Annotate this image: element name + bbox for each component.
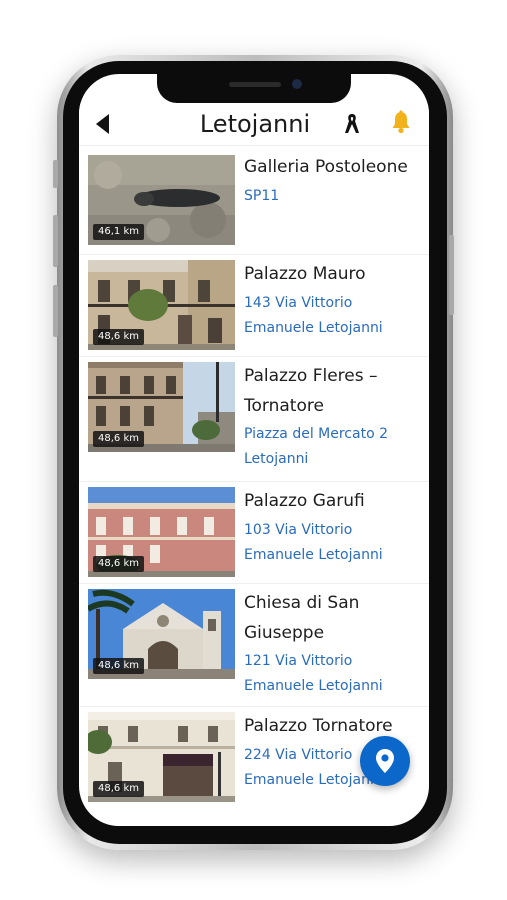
address-line[interactable]: 143 Via Vittorio — [244, 291, 422, 316]
place-name-line: Palazzo Mauro — [244, 264, 366, 284]
map-pin-icon — [376, 749, 394, 773]
page-title: Letojanni — [199, 110, 311, 138]
place-address[interactable]: Piazza del Mercato 2 Letojanni — [244, 422, 422, 472]
address-line[interactable]: Emanuele Letojanni — [244, 316, 422, 341]
distance-badge: 46,1 km — [93, 224, 144, 240]
place-address[interactable]: 143 Via Vittorio Emanuele Letojanni — [244, 291, 422, 341]
volume-down-button — [53, 285, 58, 337]
place-name: Galleria Postoleone — [244, 152, 422, 182]
place-name-line: Galleria Postoleone — [244, 157, 408, 177]
place-name-line: Chiesa di San — [244, 593, 360, 613]
distance-badge: 48,6 km — [93, 658, 144, 674]
place-address[interactable]: SP11 — [244, 184, 422, 209]
place-address[interactable]: 103 Via Vittorio Emanuele Letojanni — [244, 518, 422, 568]
place-thumbnail: 48,6 km — [88, 362, 235, 452]
list-item[interactable]: 48,6 km Palazzo Fleres – Tornatore Piazz… — [79, 356, 429, 482]
place-name: Palazzo Mauro — [244, 259, 422, 289]
address-line[interactable]: 103 Via Vittorio — [244, 518, 422, 543]
notch — [157, 74, 351, 103]
place-name-line: Giuseppe — [244, 623, 325, 643]
place-name: Palazzo Tornatore — [244, 711, 422, 741]
address-line[interactable]: 121 Via Vittorio — [244, 649, 422, 674]
front-camera — [292, 79, 302, 89]
list-item[interactable]: 48,6 km Palazzo Garufi 103 Via Vittorio … — [79, 481, 429, 584]
place-thumbnail: 48,6 km — [88, 589, 235, 679]
app-screen: Letojanni 46,1 km Galleria Postoleone SP… — [79, 74, 429, 826]
mourning-ribbon-icon[interactable] — [344, 111, 360, 135]
address-line[interactable]: SP11 — [244, 184, 422, 209]
app-header: Letojanni — [79, 103, 429, 146]
place-name-line: Tornatore — [244, 396, 324, 416]
volume-up-button — [53, 215, 58, 267]
place-name-line: Palazzo Fleres – — [244, 366, 378, 386]
place-name-line: Palazzo Tornatore — [244, 716, 393, 736]
distance-badge: 48,6 km — [93, 781, 144, 797]
list-item[interactable]: 48,6 km Palazzo Mauro 143 Via Vittorio E… — [79, 254, 429, 357]
place-thumbnail: 48,6 km — [88, 712, 235, 802]
distance-badge: 48,6 km — [93, 556, 144, 572]
place-thumbnail: 48,6 km — [88, 487, 235, 577]
speaker-grille — [229, 82, 281, 87]
place-thumbnail: 48,6 km — [88, 260, 235, 350]
place-name: Palazzo Garufi — [244, 486, 422, 516]
address-line[interactable]: Letojanni — [244, 447, 422, 472]
map-button[interactable] — [360, 736, 410, 786]
address-line[interactable]: Emanuele Letojanni — [244, 674, 422, 699]
place-name: Chiesa di San Giuseppe — [244, 588, 422, 648]
place-thumbnail: 46,1 km — [88, 155, 235, 245]
address-line[interactable]: Piazza del Mercato 2 — [244, 422, 422, 447]
place-name: Palazzo Fleres – Tornatore — [244, 361, 422, 421]
distance-badge: 48,6 km — [93, 431, 144, 447]
address-line[interactable]: Emanuele Letojanni — [244, 543, 422, 568]
bell-icon[interactable] — [390, 110, 412, 134]
mute-switch — [53, 160, 58, 188]
distance-badge: 48,6 km — [93, 329, 144, 345]
list-item[interactable]: 48,6 km Chiesa di San Giuseppe 121 Via V… — [79, 583, 429, 707]
back-arrow-icon[interactable] — [96, 114, 109, 134]
list-item[interactable]: 46,1 km Galleria Postoleone SP11 — [79, 146, 429, 255]
power-button — [449, 235, 454, 315]
place-address[interactable]: 121 Via Vittorio Emanuele Letojanni — [244, 649, 422, 699]
place-name-line: Palazzo Garufi — [244, 491, 365, 511]
